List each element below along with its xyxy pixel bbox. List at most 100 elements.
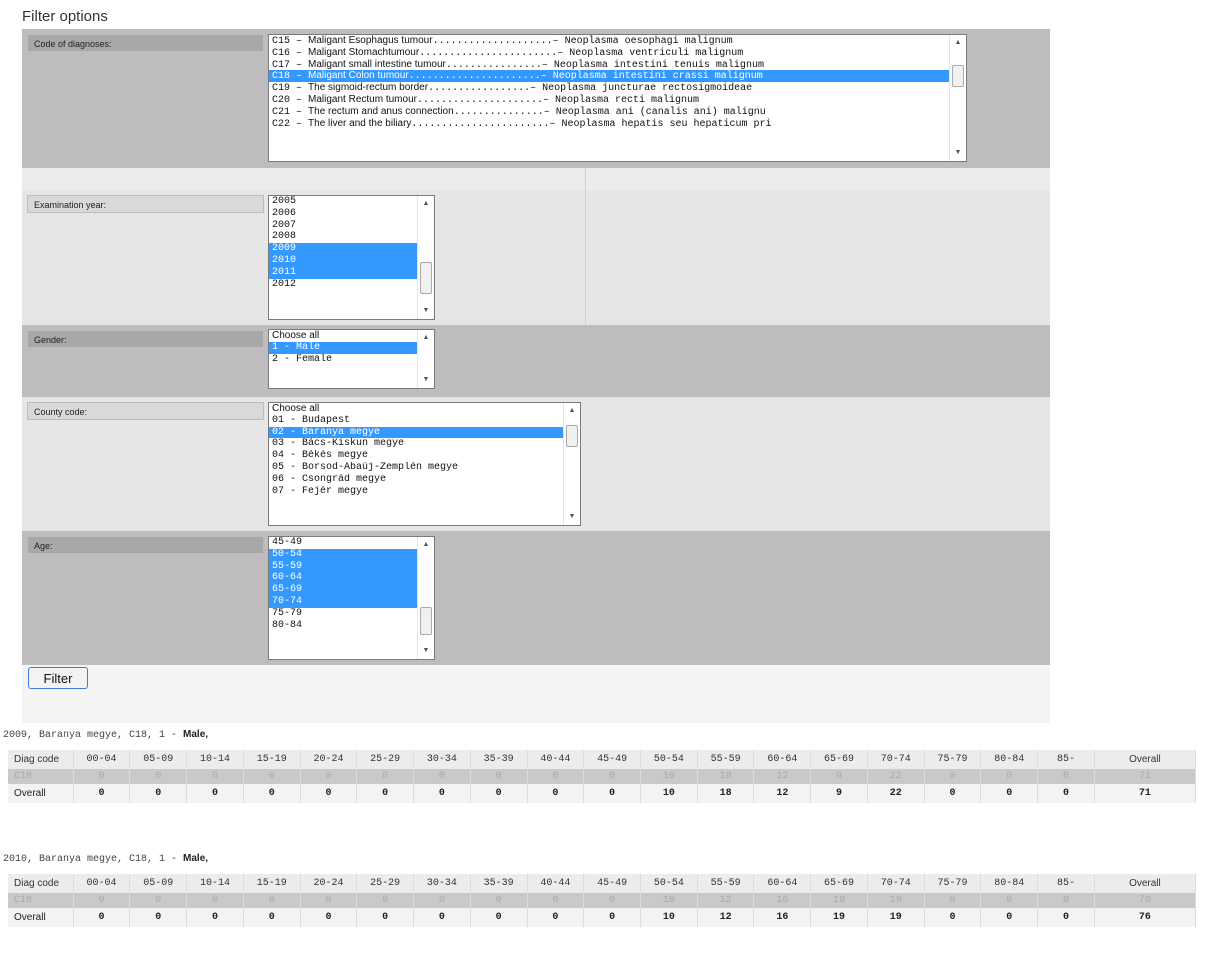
diagnosis-option[interactable]: C18 – Maligant Colon tumour.............… [269,70,966,83]
scroll-down-arrow-icon[interactable]: ▼ [418,304,434,318]
county-option[interactable]: 03 - Bács-Kiskun megye [269,438,580,450]
data-cell: 0 [186,893,244,908]
data-cell: 19 [810,893,868,908]
gender-option[interactable]: 2 - Female [269,354,434,366]
scroll-thumb[interactable] [952,65,964,87]
filter-button[interactable]: Filter [28,667,88,689]
diagnosis-dots: ..................... [416,94,543,106]
scroll-down-arrow-icon[interactable]: ▼ [950,146,966,160]
year-option[interactable]: 2005 [269,196,434,208]
gender-option[interactable]: 1 - Male [269,341,434,354]
diagnosis-option[interactable]: C15 – Maligant Esophagus tumour.........… [269,35,966,47]
header-row: Diag code 00-04 05-09 10-14 15-19 20-24 25-29 3… [8,750,1197,769]
county-option[interactable]: 04 - Békés megye [269,450,580,462]
header-cell: 85- [1037,874,1095,893]
county-option[interactable]: 05 - Borsod-Abaúj-Zemplén megye [269,462,580,474]
header-cell: 30-34 [413,874,471,893]
scroll-up-arrow-icon[interactable]: ▲ [418,197,434,211]
overall-cell: 0 [924,908,982,927]
scroll-down-arrow-icon[interactable]: ▼ [418,644,434,658]
scroll-up-arrow-icon[interactable]: ▲ [950,36,966,50]
data-cell: 0 [356,769,415,784]
data-cell: 10 [640,893,698,908]
scroll-thumb[interactable] [420,607,432,635]
overall-cell: 0 [186,784,244,803]
year-option[interactable]: 2012 [269,279,434,291]
diagnosis-scrollbar[interactable]: ▲ ▼ [949,35,966,161]
diagnosis-dots: ....................... [419,47,558,59]
diagnosis-option[interactable]: C16 – Maligant Stomachtumour............… [269,47,966,59]
diagnosis-option[interactable]: C19 – The sigmoid-rectum border.........… [269,82,966,94]
data-cell: 0 [243,893,301,908]
diagnosis-listbox[interactable]: C15 – Maligant Esophagus tumour.........… [268,34,967,162]
age-option[interactable]: 60-64 [269,572,434,585]
year-scrollbar[interactable]: ▲ ▼ [417,196,434,319]
diagnosis-option[interactable]: C17 – Maligant small intestine tumour...… [269,59,966,71]
year-listbox[interactable]: 2005 2006 2007 2008 2009 2010 2011 2012 ▲ ▼ [268,195,435,320]
age-option[interactable]: 70-74 [269,595,434,608]
header-cell: 80-84 [980,874,1039,893]
overall-cell: 19 [810,908,868,927]
scroll-up-arrow-icon[interactable]: ▲ [564,404,580,418]
diagnosis-name: The liver and the biliary [308,117,412,129]
county-option[interactable]: 07 - Fejér megye [269,486,580,498]
data-cell: 0 [73,769,131,784]
diag-code-row: C18 0 0 0 0 0 0 0 0 0 0 10 12 16 19 19 0 0 0 76 [8,893,1197,908]
age-option[interactable]: 45-49 [269,537,434,549]
year-option[interactable]: 2006 [269,208,434,220]
diagnosis-code: C19 [272,83,291,94]
header-cell: 35-39 [470,750,528,769]
scroll-up-arrow-icon[interactable]: ▲ [418,331,434,345]
header-cell: 60-64 [753,750,812,769]
year-option[interactable]: 2010 [269,254,434,267]
gender-scrollbar[interactable]: ▲ ▼ [417,330,434,388]
age-option[interactable]: 50-54 [269,548,434,561]
data-cell: 16 [753,893,812,908]
data-cell: 0 [73,893,131,908]
diagnosis-dots: ....................... [411,118,550,130]
year-option[interactable]: 2008 [269,231,434,243]
county-listbox[interactable]: Choose all 01 - Budapest 02 - Baranya megy… [268,402,581,526]
county-option[interactable]: 06 - Csongrád megye [269,474,580,486]
age-option[interactable]: 80-84 [269,620,434,632]
filter-panel: Code of diagnoses: C15 – Maligant Esopha… [22,29,1050,723]
overall-cell: 71 [1094,784,1197,803]
gender-option[interactable]: Choose all [269,330,434,342]
year-option[interactable]: 2009 [269,243,434,255]
gender-listbox[interactable]: Choose all 1 - Male 2 - Female ▲ ▼ [268,329,435,389]
scroll-thumb[interactable] [420,262,432,294]
diagnosis-dots: ................ [445,59,542,71]
data-cell: 0 [1037,893,1095,908]
overall-cell: 0 [924,784,982,803]
scroll-down-arrow-icon[interactable]: ▼ [564,510,580,524]
age-option[interactable]: 55-59 [269,560,434,573]
age-option[interactable]: 65-69 [269,584,434,596]
county-option[interactable]: Choose all [269,403,580,415]
diagnosis-latin: Neoplasma intestini crassi malignum [552,71,763,83]
scroll-up-arrow-icon[interactable]: ▲ [418,538,434,552]
data-cell: 0 [129,769,188,784]
diagnosis-option[interactable]: C21 – The rectum and anus connection....… [269,106,966,118]
year-option[interactable]: 2011 [269,266,434,279]
data-cell: 0 [243,769,301,784]
age-label: Age: [27,536,264,554]
age-scrollbar[interactable]: ▲ ▼ [417,537,434,659]
county-option[interactable]: 02 - Baranya megye [269,426,580,439]
scroll-down-arrow-icon[interactable]: ▼ [418,373,434,387]
county-option[interactable]: 01 - Budapest [269,415,580,427]
diagnosis-option[interactable]: C20 – Maligant Rectum tumour............… [269,94,966,106]
result-caption-text: 2009, Baranya megye, C18, 1 - [3,730,184,741]
age-listbox[interactable]: 45-49 50-54 55-59 60-64 65-69 70-74 75-79 80-84… [268,536,435,660]
year-option[interactable]: 2007 [269,220,434,232]
diagnosis-code: C16 [272,47,291,59]
header-cell: Overall [1094,750,1197,769]
scroll-thumb[interactable] [566,425,578,447]
data-cell: 0 [186,769,244,784]
county-scrollbar[interactable]: ▲ ▼ [563,403,580,525]
county-filter-row: County code: Choose all 01 - Budapest 02 -… [22,397,1050,531]
data-cell: 0 [129,893,188,908]
data-cell: 0 [413,893,471,908]
age-option[interactable]: 75-79 [269,608,434,620]
diagnosis-option[interactable]: C22 – The liver and the biliary.........… [269,118,966,130]
diagnosis-name: Maligant small intestine tumour [308,58,446,70]
